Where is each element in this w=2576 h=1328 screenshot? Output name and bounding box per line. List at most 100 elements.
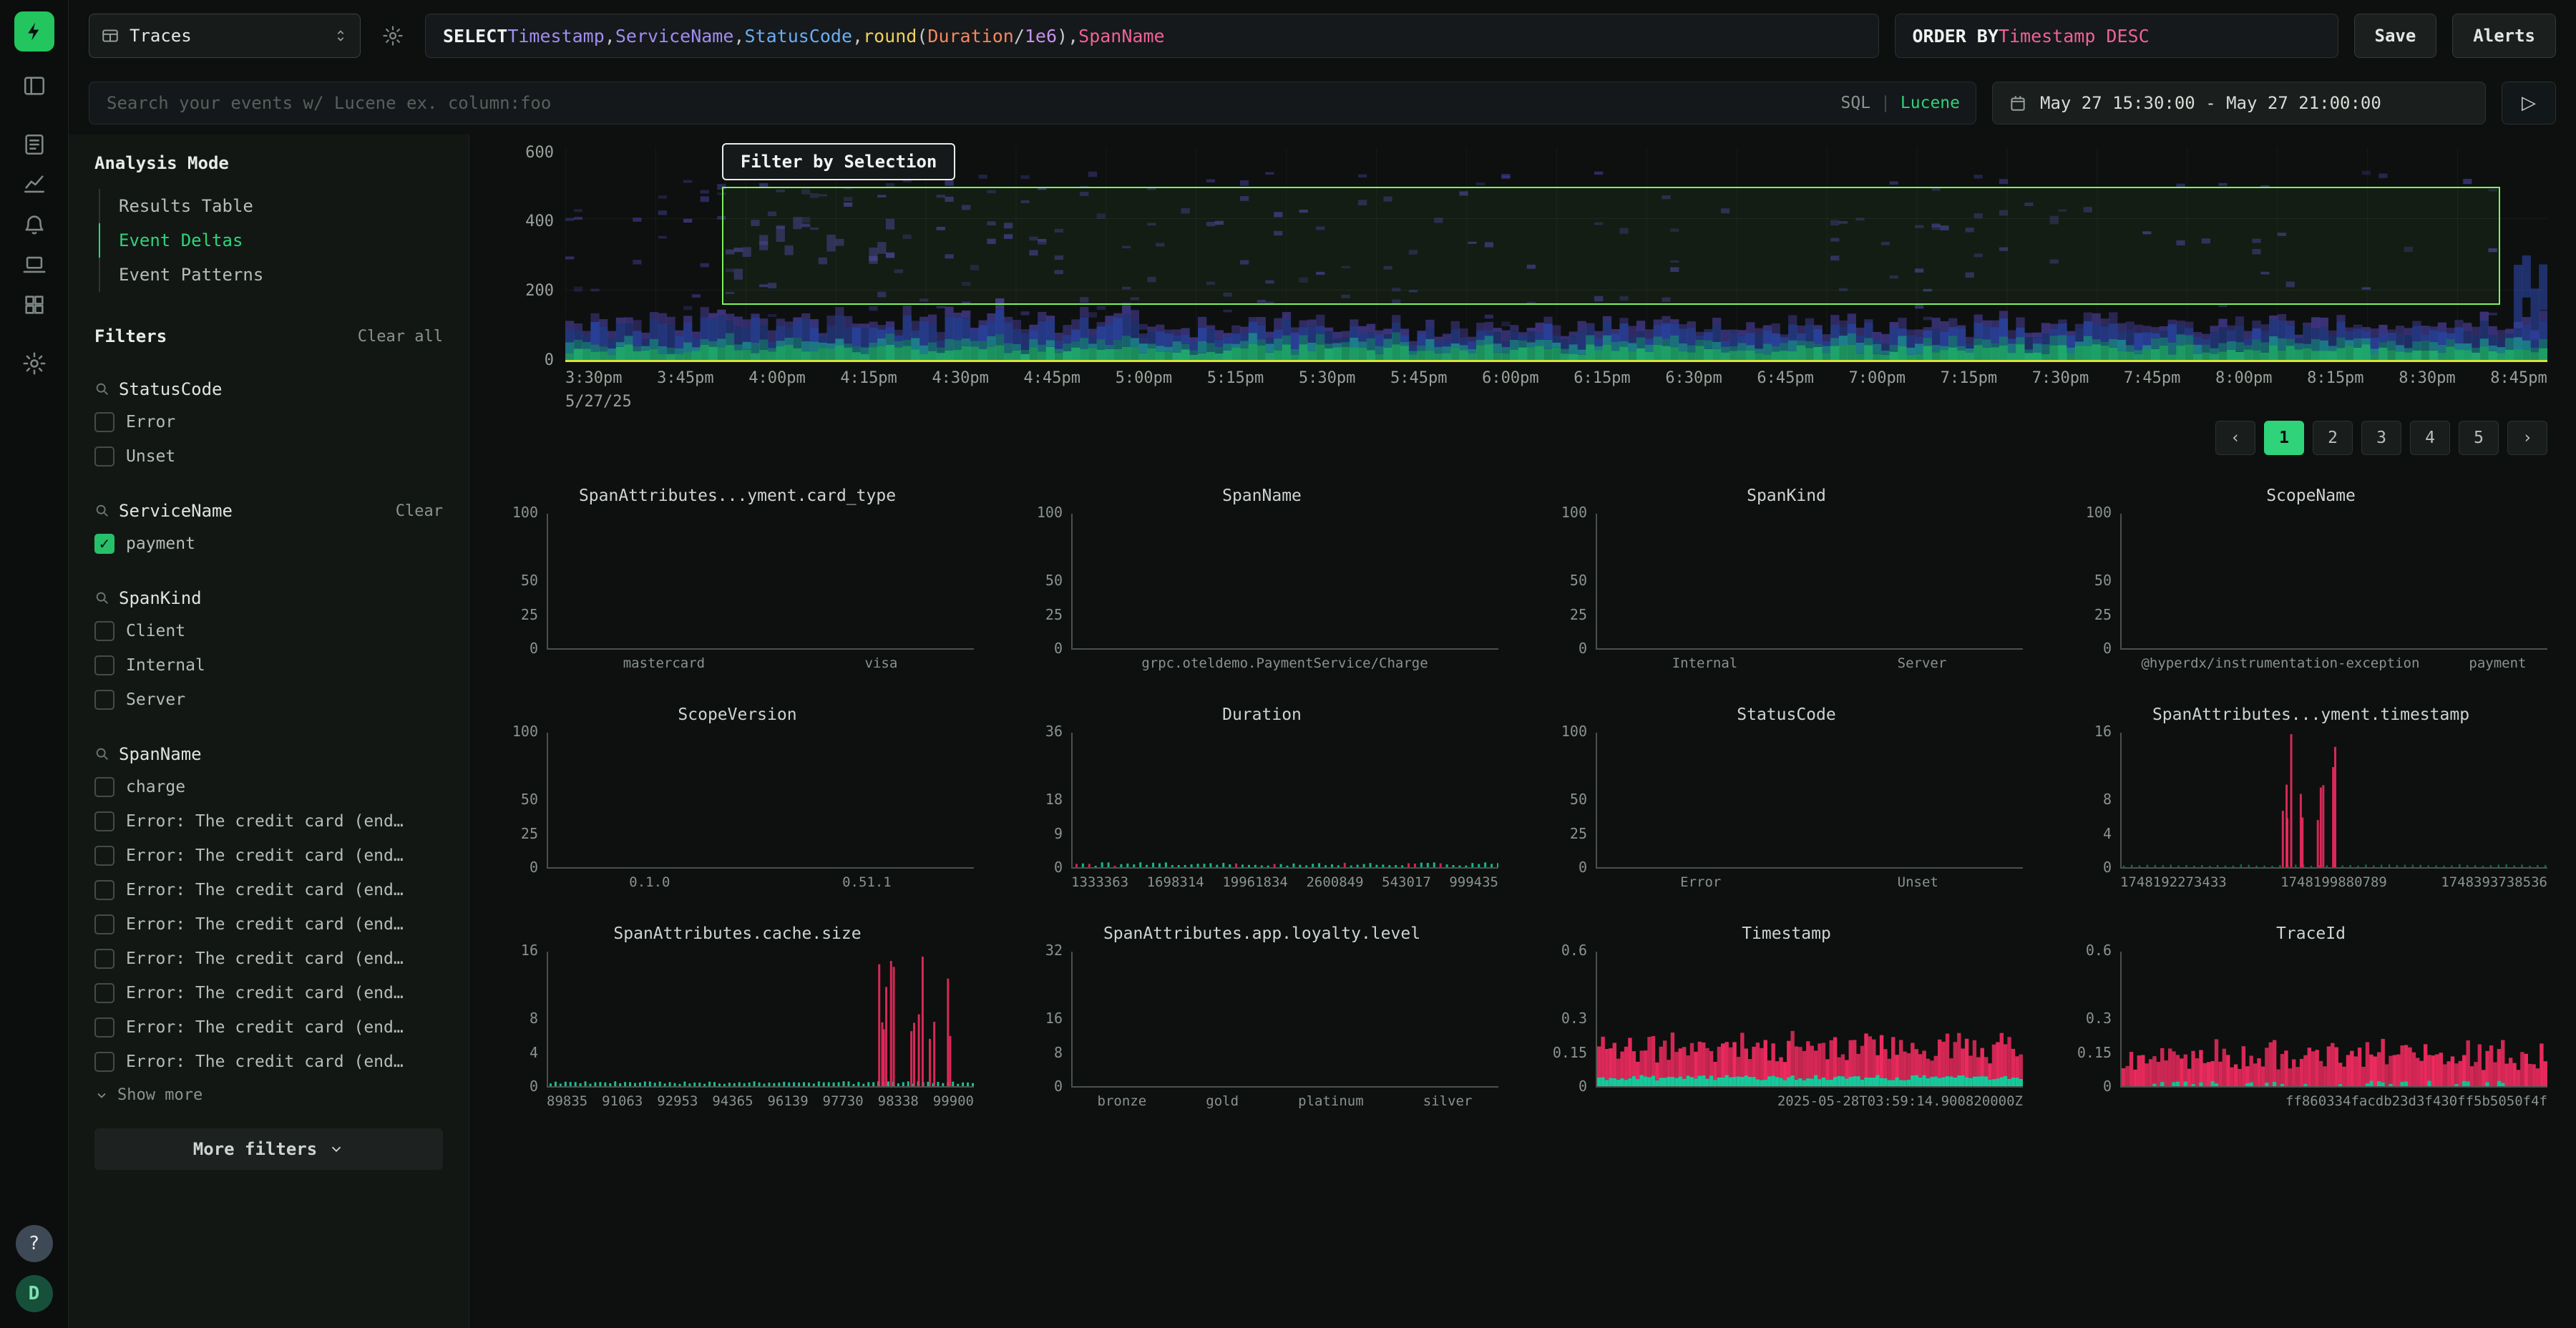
query-token: round	[863, 26, 917, 47]
filter-option[interactable]: payment	[94, 532, 443, 555]
mini-chart-plot[interactable]	[547, 514, 974, 650]
y-tick-label: 0	[530, 640, 538, 657]
mini-chart-plot[interactable]	[1071, 952, 1498, 1088]
filter-by-selection-button[interactable]: Filter by Selection	[722, 143, 956, 180]
checkbox[interactable]	[94, 690, 114, 710]
mini-chart-plot[interactable]	[2120, 733, 2547, 869]
sql-select-input[interactable]: SELECT Timestamp,ServiceName,StatusCode,…	[425, 14, 1879, 58]
analysis-mode-event-patterns[interactable]: Event Patterns	[99, 258, 443, 292]
mini-chart-plot[interactable]	[1596, 952, 2023, 1088]
mini-chart-plot[interactable]	[1071, 733, 1498, 869]
checkbox[interactable]	[94, 777, 114, 797]
checkbox[interactable]	[94, 811, 114, 831]
page-2-button[interactable]: 2	[2313, 421, 2353, 455]
filter-option[interactable]: Error: The credit card (end…	[94, 844, 443, 867]
source-select[interactable]: Traces	[89, 14, 361, 58]
logs-icon[interactable]	[12, 125, 57, 165]
filter-option-label: Error	[126, 413, 175, 431]
panel-toggle-icon[interactable]	[12, 66, 57, 106]
y-tick-label: 0	[1054, 1078, 1063, 1095]
mini-chart-title: StatusCode	[1550, 706, 2023, 724]
filter-option[interactable]: Error: The credit card (end…	[94, 1016, 443, 1039]
bell-icon[interactable]	[12, 205, 57, 245]
checkbox[interactable]	[94, 621, 114, 641]
mini-chart-plot[interactable]	[547, 733, 974, 869]
page-4-button[interactable]: 4	[2410, 421, 2450, 455]
filter-option[interactable]: Error: The credit card (end…	[94, 1050, 443, 1073]
x-tick-label: 6:30pm	[1665, 369, 1722, 387]
page-next-button[interactable]: ›	[2507, 421, 2547, 455]
x-tick-label: 5:30pm	[1299, 369, 1355, 387]
filter-option[interactable]: Error: The credit card (end…	[94, 879, 443, 902]
mini-chart-canvas	[1597, 952, 2023, 1086]
date-range-picker[interactable]: May 27 15:30:00 - May 27 21:00:00	[1992, 82, 2486, 125]
mini-chart-plot[interactable]	[547, 952, 974, 1088]
laptop-icon[interactable]	[12, 245, 57, 285]
analysis-mode-event-deltas[interactable]: Event Deltas	[99, 223, 443, 258]
mini-chart-plot[interactable]	[1071, 514, 1498, 650]
search-input[interactable]	[105, 92, 1828, 114]
y-tick-label: 200	[525, 282, 554, 300]
analysis-mode-results-table[interactable]: Results Table	[99, 189, 443, 223]
query-token: Timestamp	[507, 26, 604, 47]
page-1-button[interactable]: 1	[2264, 421, 2304, 455]
mini-chart-plot[interactable]	[1596, 733, 2023, 869]
page-5-button[interactable]: 5	[2459, 421, 2499, 455]
lightning-icon	[24, 21, 45, 42]
line-chart-icon[interactable]	[12, 165, 57, 205]
checkbox[interactable]	[94, 846, 114, 866]
checkbox[interactable]	[94, 880, 114, 900]
analysis-mode-list: Results TableEvent DeltasEvent Patterns	[99, 189, 443, 292]
clear-all-button[interactable]: Clear all	[358, 328, 443, 346]
gear-icon[interactable]	[12, 343, 57, 384]
grid-icon[interactable]	[12, 285, 57, 325]
filter-by-selection-label: Filter by Selection	[741, 152, 937, 172]
x-tick-label: 99900	[933, 1093, 974, 1109]
more-filters-label: More filters	[193, 1139, 317, 1159]
save-button[interactable]: Save	[2354, 14, 2437, 58]
page-prev-button[interactable]: ‹	[2215, 421, 2255, 455]
mini-chart-plot[interactable]	[2120, 952, 2547, 1088]
checkbox[interactable]	[94, 949, 114, 969]
filter-option[interactable]: Error: The credit card (end…	[94, 810, 443, 833]
order-by-input[interactable]: ORDER BY Timestamp DESC	[1895, 14, 2338, 58]
checkbox[interactable]	[94, 1017, 114, 1038]
filter-option[interactable]: Client	[94, 620, 443, 643]
x-tick-label: 7:15pm	[1941, 369, 1997, 387]
checkbox[interactable]	[94, 412, 114, 432]
lucene-mode-button[interactable]: Lucene	[1901, 94, 1960, 112]
checkbox[interactable]	[94, 446, 114, 467]
checkbox[interactable]	[94, 534, 114, 554]
chart-selection[interactable]	[722, 187, 2500, 306]
filter-clear-button[interactable]: Clear	[396, 502, 443, 520]
filter-option[interactable]: Unset	[94, 445, 443, 468]
checkbox[interactable]	[94, 914, 114, 934]
mini-chart-canvas	[1073, 733, 1498, 867]
app-logo[interactable]	[14, 11, 54, 52]
run-query-button[interactable]: ▷	[2502, 82, 2556, 125]
mini-chart-plot[interactable]	[1596, 514, 2023, 650]
help-button[interactable]: ?	[16, 1225, 53, 1262]
alerts-button[interactable]: Alerts	[2452, 14, 2556, 58]
query-token: Duration	[927, 26, 1013, 47]
checkbox[interactable]	[94, 1052, 114, 1072]
filter-option[interactable]: Error: The credit card (end…	[94, 982, 443, 1005]
show-more-button[interactable]: Show more	[94, 1086, 443, 1104]
source-settings-gear-icon[interactable]	[376, 19, 409, 52]
filter-option[interactable]: Error: The credit card (end…	[94, 913, 443, 936]
more-filters-button[interactable]: More filters	[94, 1128, 443, 1170]
search-bar[interactable]: SQL | Lucene	[89, 82, 1976, 125]
mini-chart-plot[interactable]	[2120, 514, 2547, 650]
filter-option[interactable]: Error	[94, 411, 443, 434]
histogram-plot[interactable]: Filter by Selection	[565, 147, 2547, 362]
filter-option[interactable]: Server	[94, 688, 443, 711]
query-token: ,	[605, 26, 615, 47]
avatar[interactable]: D	[16, 1275, 53, 1312]
sql-mode-button[interactable]: SQL	[1841, 94, 1871, 112]
page-3-button[interactable]: 3	[2361, 421, 2401, 455]
checkbox[interactable]	[94, 655, 114, 675]
filter-option[interactable]: Error: The credit card (end…	[94, 947, 443, 970]
checkbox[interactable]	[94, 983, 114, 1003]
filter-option[interactable]: charge	[94, 776, 443, 799]
filter-option[interactable]: Internal	[94, 654, 443, 677]
